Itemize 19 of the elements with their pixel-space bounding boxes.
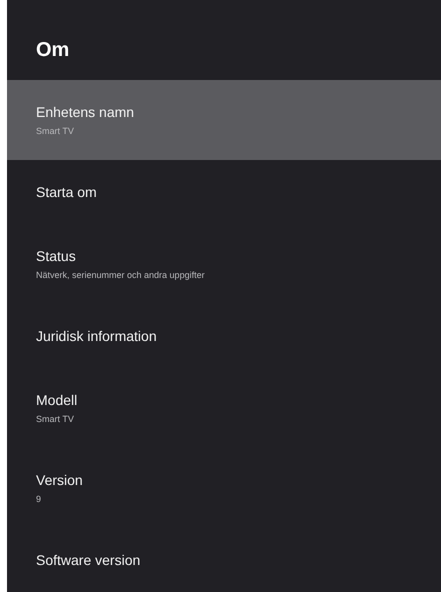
item-label: Version bbox=[36, 472, 83, 488]
settings-item[interactable]: Starta om bbox=[7, 160, 441, 224]
settings-item[interactable]: Status Nätverk, serienummer och andra uppgifter bbox=[7, 224, 441, 304]
page-title: Om bbox=[36, 39, 70, 62]
item-label: Software version bbox=[36, 552, 140, 568]
item-value: 9 bbox=[36, 494, 42, 504]
item-label: Status bbox=[36, 248, 76, 264]
item-value: Nätverk, serienummer och andra uppgifter bbox=[36, 270, 205, 280]
settings-item[interactable]: Software version bbox=[7, 528, 441, 592]
item-label: Enhetens namn bbox=[36, 104, 134, 120]
settings-item[interactable]: Version 9 bbox=[7, 448, 441, 528]
settings-item[interactable]: Juridisk information bbox=[7, 304, 441, 368]
item-label: Starta om bbox=[36, 184, 97, 200]
item-value: Smart TV bbox=[36, 414, 74, 424]
item-value: Smart TV bbox=[36, 126, 74, 136]
settings-item[interactable]: Enhetens namn Smart TV bbox=[7, 80, 441, 160]
settings-item[interactable]: Modell Smart TV bbox=[7, 368, 441, 448]
item-label: Modell bbox=[36, 392, 78, 408]
item-label: Juridisk information bbox=[36, 328, 157, 344]
